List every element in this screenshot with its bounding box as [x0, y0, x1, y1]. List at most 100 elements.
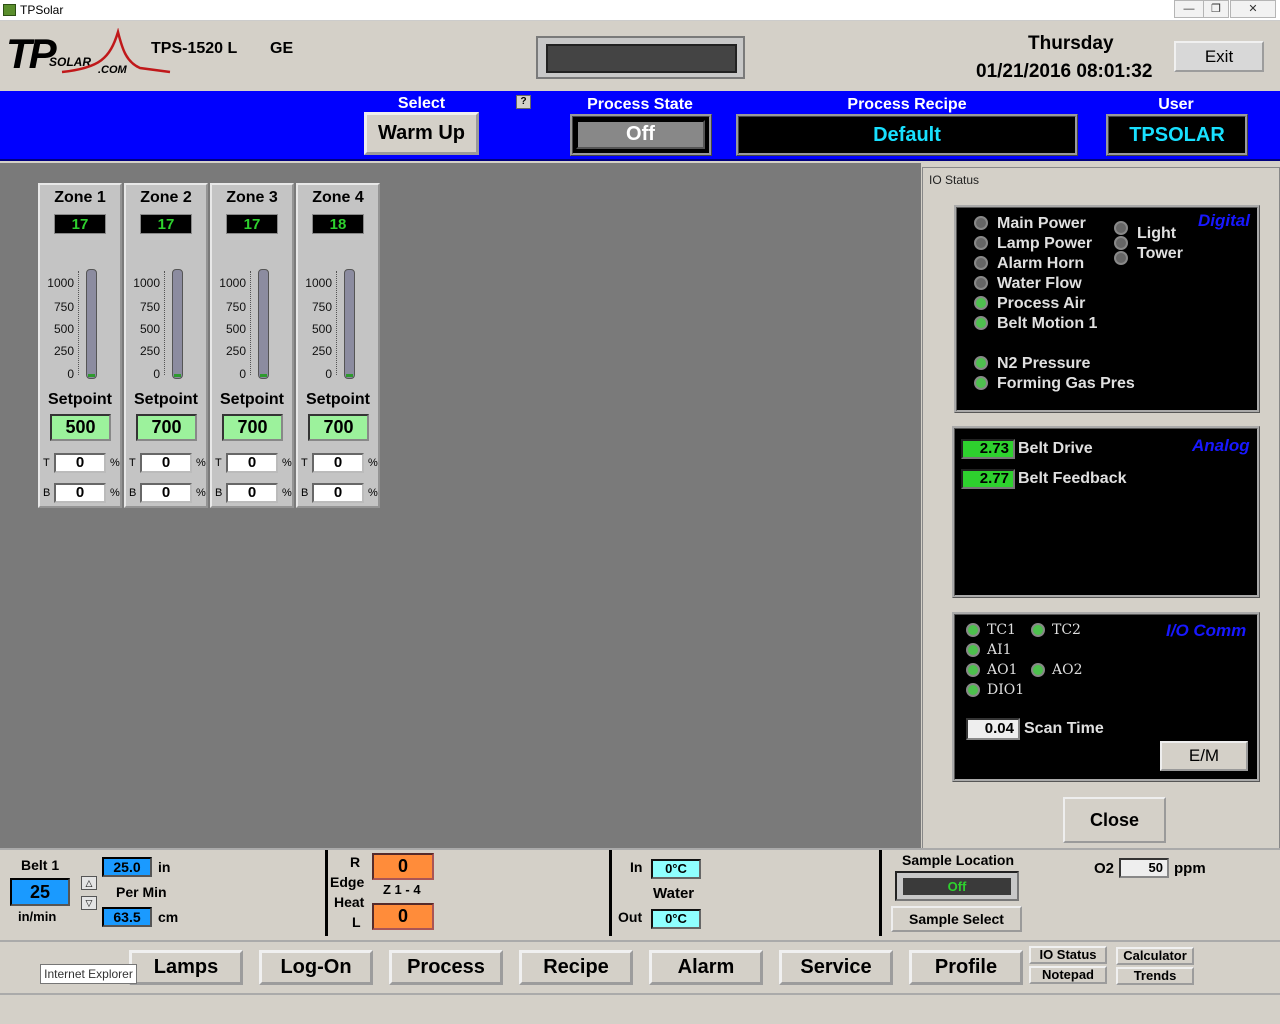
window-title: TPSolar — [20, 3, 64, 17]
calculator-button[interactable]: Calculator — [1116, 947, 1194, 965]
belt-drive-label: Belt Drive — [1018, 440, 1093, 457]
exit-button[interactable]: Exit — [1174, 41, 1264, 72]
light-tower-label-1: Light — [1137, 225, 1177, 242]
setpoint-value[interactable]: 500 — [50, 414, 111, 441]
zone-temperature: 17 — [54, 214, 106, 234]
app-icon — [3, 4, 16, 16]
edge-l-label: L — [352, 914, 361, 930]
close-button[interactable]: Close — [1063, 797, 1166, 843]
zone-scale-label: 750 — [53, 300, 74, 314]
io-comm-title: I/O Comm — [1166, 621, 1247, 640]
top-percent-value[interactable]: 0 — [140, 453, 192, 473]
message-display — [536, 36, 745, 79]
process-state-value: Off — [576, 120, 705, 149]
status-led-icon — [974, 276, 988, 290]
process-recipe-frame[interactable]: Default — [736, 114, 1078, 156]
separator — [879, 850, 882, 936]
restore-button[interactable]: ❐ — [1203, 0, 1229, 18]
comm-led-icon — [966, 683, 980, 697]
trends-button[interactable]: Trends — [1116, 967, 1194, 985]
belt-speed-value[interactable]: 25 — [10, 878, 70, 906]
sample-state-frame: Off — [895, 871, 1019, 901]
minimize-button[interactable]: — — [1174, 0, 1204, 18]
o2-unit: ppm — [1174, 860, 1206, 877]
sample-location-label: Sample Location — [902, 852, 1015, 868]
logo-tp: TP — [6, 30, 57, 77]
status-led-icon — [974, 376, 988, 390]
status-led-icon — [974, 236, 988, 250]
zone-scale-label: 1000 — [305, 276, 332, 290]
percent-label: % — [196, 457, 206, 469]
zone-scale-label: 1000 — [219, 276, 246, 290]
user-label: User — [1158, 96, 1194, 113]
setpoint-value[interactable]: 700 — [308, 414, 369, 441]
zone-thermometer — [344, 269, 355, 379]
zone-scale-label: 250 — [225, 344, 246, 358]
zone-scale-label: 250 — [53, 344, 74, 358]
nav-button-service[interactable]: Service — [779, 950, 893, 985]
bottom-percent-value[interactable]: 0 — [54, 483, 106, 503]
top-percent-value[interactable]: 0 — [226, 453, 278, 473]
digital-io-label: Lamp Power — [997, 235, 1093, 252]
nav-button-alarm[interactable]: Alarm — [649, 950, 763, 985]
top-label: T — [215, 457, 222, 469]
select-label: Select — [397, 95, 446, 112]
nav-button-profile[interactable]: Profile — [909, 950, 1023, 985]
status-led-icon — [974, 256, 988, 270]
close-window-button[interactable]: ✕ — [1230, 0, 1276, 18]
status-led-icon — [974, 296, 988, 310]
sample-select-button[interactable]: Sample Select — [891, 906, 1022, 932]
zone-scale-label: 0 — [325, 367, 332, 381]
zone-panel: Zone 4 18 1000 750 500 250 0 Setpoint 700 T 0% B 0% — [296, 183, 380, 508]
nav-button-log-on[interactable]: Log-On — [259, 950, 373, 985]
bottom-percent-value[interactable]: 0 — [226, 483, 278, 503]
zone-scale-label: 500 — [139, 322, 160, 336]
zone-scale-label: 750 — [311, 300, 332, 314]
zone-thermometer — [86, 269, 97, 379]
zone-scale-label: 500 — [53, 322, 74, 336]
em-button[interactable]: E/M — [1160, 741, 1248, 771]
user-frame[interactable]: TPSOLAR — [1106, 114, 1248, 156]
comm-led-icon — [1031, 663, 1045, 677]
help-button[interactable]: ? — [516, 95, 531, 109]
nav-button-process[interactable]: Process — [389, 950, 503, 985]
setpoint-value[interactable]: 700 — [136, 414, 197, 441]
zone-temperature: 17 — [226, 214, 278, 234]
bottom-label: B — [301, 487, 309, 499]
top-percent-value[interactable]: 0 — [312, 453, 364, 473]
edge-heat-right-value[interactable]: 0 — [372, 853, 434, 880]
nav-button-recipe[interactable]: Recipe — [519, 950, 633, 985]
scan-time-value: 0.04 — [966, 718, 1020, 740]
bottom-percent-value[interactable]: 0 — [140, 483, 192, 503]
digital-io-label: Belt Motion 1 — [997, 315, 1098, 332]
zone-scale-ticks — [250, 271, 255, 375]
notepad-button[interactable]: Notepad — [1029, 966, 1107, 984]
comm-label: DIO1 — [987, 682, 1025, 698]
belt-unit: in/min — [18, 909, 57, 924]
status-led-icon — [974, 216, 988, 230]
percent-label: % — [196, 487, 206, 499]
digital-io-label: Forming Gas Pres — [997, 375, 1135, 392]
edge-heat-left-value[interactable]: 0 — [372, 903, 434, 930]
separator — [609, 850, 612, 936]
belt-in-value: 25.0 — [102, 857, 152, 877]
digital-io-label: Water Flow — [997, 275, 1082, 292]
edge-range-label: Z 1 - 4 — [383, 882, 421, 897]
belt-up-icon[interactable]: △ — [81, 876, 97, 890]
comm-label: AO1 — [987, 662, 1018, 678]
warm-up-button[interactable]: Warm Up — [364, 112, 479, 155]
machine-code: GE — [270, 40, 294, 57]
top-percent-value[interactable]: 0 — [54, 453, 106, 473]
io-status-button[interactable]: IO Status — [1029, 946, 1107, 964]
zone-panel: Zone 3 17 1000 750 500 250 0 Setpoint 700 T 0% B 0% — [210, 183, 294, 508]
setpoint-value[interactable]: 700 — [222, 414, 283, 441]
bottom-percent-value[interactable]: 0 — [312, 483, 364, 503]
belt-down-icon[interactable]: ▽ — [81, 896, 97, 910]
nav-button-lamps[interactable]: Lamps — [129, 950, 243, 985]
zone-temperature: 18 — [312, 214, 364, 234]
status-led-icon — [974, 316, 988, 330]
zone-scale-label: 750 — [225, 300, 246, 314]
zone-scale-ticks — [164, 271, 169, 375]
sample-state-value: Off — [903, 878, 1011, 895]
comm-label: AO2 — [1052, 662, 1083, 678]
